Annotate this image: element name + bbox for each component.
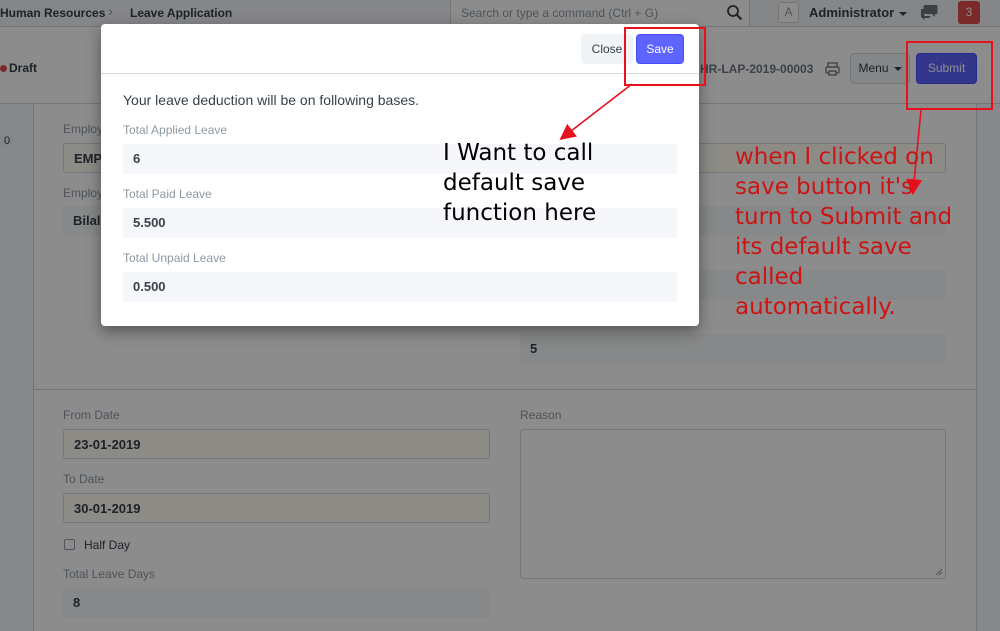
modal-message: Your leave deduction will be on followin… (123, 92, 420, 108)
annotation-box-save (624, 27, 706, 86)
annotation-note-right: when I clicked on save button it's turn … (735, 144, 953, 320)
total-paid-leave-label: Total Paid Leave (123, 187, 212, 201)
annotation-box-submit (906, 41, 993, 110)
annotation-note-left: I Want to call default save function her… (443, 140, 597, 226)
leave-deduction-dialog: Close Save Your leave deduction will be … (101, 24, 699, 326)
total-unpaid-leave-label: Total Unpaid Leave (123, 251, 226, 265)
total-applied-leave-label: Total Applied Leave (123, 123, 228, 137)
total-unpaid-leave-field: 0.500 (123, 272, 677, 302)
modal-header: Close Save (101, 24, 699, 74)
